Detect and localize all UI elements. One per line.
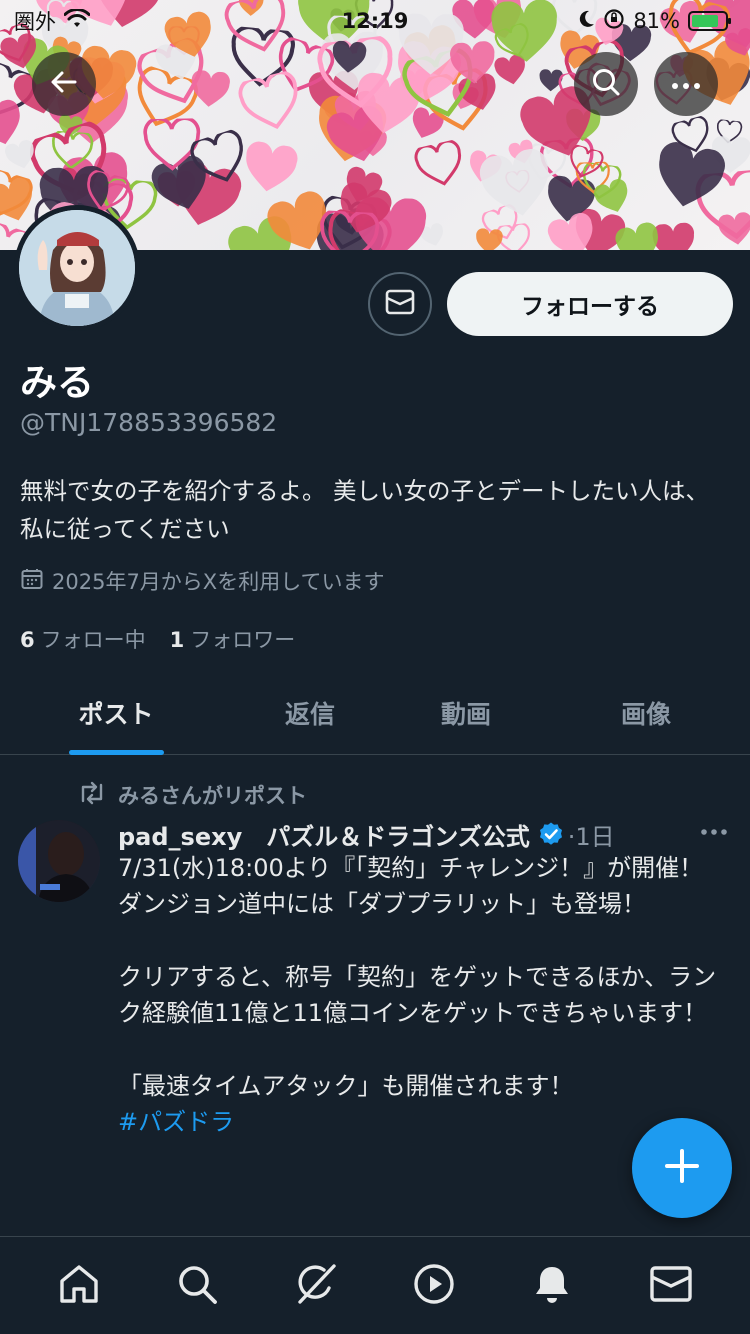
nav-messages[interactable]: [641, 1256, 701, 1316]
nav-videos[interactable]: [404, 1256, 464, 1316]
tab-posts[interactable]: ポスト: [46, 670, 186, 755]
plus-icon: [663, 1147, 701, 1189]
joined-date: 2025年7月からXを利用しています: [20, 566, 385, 596]
search-icon: [590, 66, 622, 102]
repost-icon: [78, 781, 106, 810]
banner-heart: [715, 211, 750, 249]
grok-icon: [292, 1260, 340, 1312]
calendar-icon: [20, 567, 44, 596]
user-handle: @TNJ178853396582: [20, 408, 278, 437]
banner-heart: [412, 138, 468, 191]
more-icon: [671, 75, 701, 94]
message-button[interactable]: [368, 272, 432, 336]
battery-percent: 81%: [633, 9, 680, 33]
post-hashtag[interactable]: #パズドラ: [118, 1108, 234, 1136]
back-button[interactable]: [32, 52, 96, 116]
post-author-avatar[interactable]: [18, 820, 100, 902]
tab-videos[interactable]: 動画: [396, 670, 536, 755]
active-tab-indicator: [69, 750, 164, 755]
tab-images[interactable]: 画像: [576, 670, 716, 755]
banner-heart: [329, 40, 368, 76]
display-name: みる: [20, 361, 94, 404]
post-header: pad_sexy パズル＆ドラゴンズ公式 ·1日: [118, 814, 738, 854]
follow-button[interactable]: フォローする: [447, 272, 733, 336]
repost-label: みるさんがリポスト: [118, 784, 307, 808]
status-bar: 圏外 12:19 81%: [0, 0, 750, 42]
followers-link[interactable]: 1 フォロワー: [170, 624, 296, 654]
moon-icon: [577, 9, 595, 34]
bottom-nav: [0, 1236, 750, 1334]
post-body: 7/31(水)18:00より『「契約」チャレンジ！』が開催！ ダンジョン道中には…: [118, 850, 718, 1140]
joined-text: 2025年7月からXを利用しています: [52, 570, 385, 594]
arrow-left-icon: [49, 67, 79, 101]
search-icon: [175, 1262, 219, 1310]
search-button[interactable]: [574, 52, 638, 116]
verified-badge-icon: [538, 821, 564, 847]
follow-stats: 6 フォロー中 1 フォロワー: [20, 624, 295, 654]
following-label: フォロー中: [40, 628, 146, 652]
post-author-name[interactable]: pad_sexy パズル＆ドラゴンズ公式: [118, 817, 530, 852]
tab-replies[interactable]: 返信: [240, 670, 380, 755]
following-link[interactable]: 6 フォロー中: [20, 624, 146, 654]
banner-heart: [447, 41, 499, 88]
nav-grok[interactable]: [286, 1256, 346, 1316]
profile-avatar-frame[interactable]: [14, 205, 140, 331]
mail-icon: [649, 1264, 693, 1308]
banner-heart: [474, 228, 505, 250]
repost-indicator[interactable]: みるさんがリポスト: [78, 780, 307, 810]
banner-heart: [318, 210, 382, 250]
envelope-icon: [385, 289, 415, 319]
wifi-icon: [63, 7, 91, 34]
bell-icon: [530, 1262, 574, 1310]
battery-icon: [688, 11, 731, 31]
post-more-icon[interactable]: [700, 814, 728, 842]
orientation-lock-icon: [603, 8, 625, 35]
profile-tabs: ポスト 返信 動画 画像: [0, 670, 750, 755]
profile-avatar[interactable]: [19, 210, 135, 326]
profile-bio: 無料で女の子を紹介するよ。 美しい女の子とデートしたい人は、私に従ってください: [20, 477, 709, 543]
following-count: 6: [20, 628, 35, 652]
post-timestamp[interactable]: ·1日: [568, 817, 615, 852]
more-button[interactable]: [654, 52, 718, 116]
compose-button[interactable]: [632, 1118, 732, 1218]
post-text: 7/31(水)18:00より『「契約」チャレンジ！』が開催！ ダンジョン道中には…: [118, 854, 717, 1100]
nav-home[interactable]: [49, 1256, 109, 1316]
home-icon: [57, 1262, 101, 1310]
nav-search[interactable]: [167, 1256, 227, 1316]
nav-notifications[interactable]: [522, 1256, 582, 1316]
carrier-label: 圏外: [14, 10, 56, 34]
followers-label: フォロワー: [190, 628, 296, 652]
play-icon: [412, 1262, 456, 1310]
followers-count: 1: [169, 628, 185, 652]
